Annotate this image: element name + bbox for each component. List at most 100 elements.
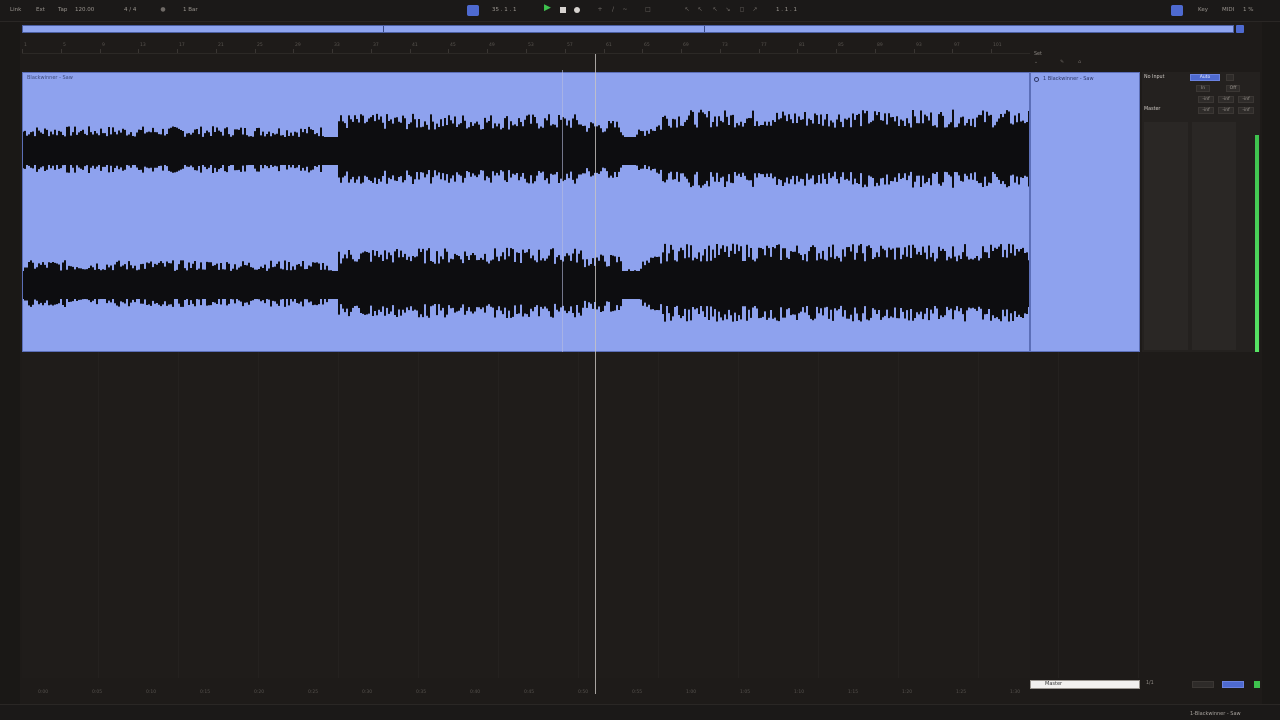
time-tick-label: 1:00 [686, 690, 697, 695]
ruler-tick [526, 49, 527, 53]
time-tick-label: 1:15 [848, 690, 859, 695]
ruler-tick-label: 57 [567, 43, 573, 48]
ruler-tick [487, 49, 488, 53]
grid-line [338, 352, 339, 678]
zoom-menu[interactable]: 1/1 [1146, 681, 1154, 686]
collapse-icon[interactable]: ⌄ [1034, 60, 1038, 65]
grid-line [178, 352, 179, 678]
punch-in-icon[interactable]: ↘ [725, 7, 731, 13]
back-to-arrangement-icon[interactable]: ↖ [697, 7, 703, 13]
time-tick-label: 1:20 [902, 690, 913, 695]
grid-line [418, 352, 419, 678]
overview-zoom-button[interactable] [1236, 25, 1244, 33]
track-name[interactable]: 1 Blackwinner - Saw [1043, 76, 1094, 82]
key-map-button[interactable] [1171, 5, 1183, 16]
loop-icon[interactable]: ◻ [739, 7, 745, 13]
send-b-value[interactable]: -inf [1218, 96, 1234, 103]
ruler-tick [410, 49, 411, 53]
audio-clip[interactable]: Blackwinner - Saw [22, 72, 1030, 352]
level-meter [1255, 135, 1259, 352]
grid-line [978, 352, 979, 678]
metronome-icon[interactable]: ● [160, 7, 166, 13]
ruler-tick-label: 97 [954, 43, 960, 48]
playhead[interactable] [595, 54, 596, 694]
ruler-tick [565, 49, 566, 53]
ruler-tick [61, 49, 62, 53]
capture-icon[interactable]: ~ [622, 7, 628, 13]
send-a-value[interactable]: -inf [1198, 96, 1214, 103]
quantize-menu[interactable]: 1 Bar [183, 5, 198, 16]
arrangement-position[interactable]: 35 . 1 . 1 [492, 5, 517, 16]
track-activator-icon[interactable] [1034, 77, 1039, 82]
tap-button[interactable]: Tap [58, 5, 67, 16]
mixer-column [1192, 122, 1236, 350]
beat-time-ruler[interactable]: 1 5 9 13 17 21 25 29 33 37 41 45 49 53 57 61 65 69 73 77 81 8… [22, 40, 1030, 54]
overdub-icon[interactable]: + [597, 7, 603, 13]
stop-icon[interactable] [560, 7, 566, 13]
zoom-field[interactable] [1192, 681, 1214, 688]
ruler-tick-label: 13 [140, 43, 146, 48]
play-icon[interactable]: ▶ [544, 4, 551, 13]
track-header[interactable]: 1 Blackwinner - Saw [1030, 72, 1140, 352]
time-tick-label: 0:30 [362, 690, 373, 695]
volume-value[interactable]: -inf [1218, 107, 1234, 114]
ruler-tick-label: 9 [102, 43, 105, 48]
link-button[interactable]: Link [10, 5, 21, 16]
monitor-auto-button[interactable]: Auto [1190, 74, 1220, 81]
ruler-tick-label: 17 [179, 43, 185, 48]
session-record-icon[interactable]: □ [645, 7, 651, 13]
master-track-field[interactable]: Master [1030, 680, 1140, 689]
monitor-off-button[interactable] [1226, 74, 1234, 81]
edit-icon[interactable]: ✎ [1060, 60, 1064, 65]
ruler-tick [177, 49, 178, 53]
time-tick-label: 1:10 [794, 690, 805, 695]
crossfade-value[interactable]: -inf [1238, 107, 1254, 114]
insert-marker [562, 70, 563, 352]
cpu-meter: 1 % [1243, 7, 1254, 13]
midi-button[interactable]: MIDI [1222, 5, 1234, 16]
ruler-tick-label: 37 [373, 43, 379, 48]
follow-button[interactable] [467, 5, 479, 16]
input-type-menu[interactable]: No Input [1144, 75, 1164, 80]
ruler-tick [914, 49, 915, 53]
grid-line [1138, 352, 1139, 678]
ruler-tick [875, 49, 876, 53]
tempo-field[interactable]: 120.00 [75, 5, 94, 16]
status-bar: 1-Blackwinner - Saw [0, 704, 1280, 720]
time-ruler[interactable]: 0:00 0:05 0:10 0:15 0:20 0:25 0:30 0:35 0:40 0:45… [22, 688, 1030, 700]
ruler-tick-label: 1 [24, 43, 27, 48]
monitor-in-button[interactable]: In [1196, 85, 1210, 92]
ruler-tick [797, 49, 798, 53]
pan-value[interactable]: -inf [1198, 107, 1214, 114]
ext-button[interactable]: Ext [36, 5, 45, 16]
lock-icon[interactable]: ⌂ [1078, 60, 1081, 65]
record-icon[interactable] [574, 7, 580, 13]
follow-toggle[interactable] [1222, 681, 1244, 688]
time-tick-label: 0:15 [200, 690, 211, 695]
ruler-tick [332, 49, 333, 53]
ruler-tick [100, 49, 101, 53]
draw-mode-icon[interactable]: ↖ [684, 7, 690, 13]
overview-marker [383, 26, 384, 32]
ruler-tick-label: 5 [63, 43, 66, 48]
send-c-value[interactable]: -inf [1238, 96, 1254, 103]
session-header: Set ⌄ ✎ ⌂ [1030, 50, 1140, 70]
signature-field[interactable]: 4 / 4 [124, 5, 136, 16]
automation-arm-icon[interactable]: / [610, 7, 616, 13]
arrangement-overview[interactable] [22, 25, 1234, 33]
time-tick-label: 0:10 [146, 690, 157, 695]
grid-line [738, 352, 739, 678]
key-button[interactable]: Key [1198, 5, 1208, 16]
output-menu[interactable]: Master [1144, 107, 1160, 112]
arrangement-view[interactable]: Blackwinner - Saw [22, 70, 1139, 678]
ruler-tick-label: 65 [644, 43, 650, 48]
loop-switch-icon[interactable]: ↖ [712, 7, 718, 13]
time-tick-label: 0:40 [470, 690, 481, 695]
record-arm-indicator[interactable] [1254, 681, 1260, 688]
punch-out-icon[interactable]: ↗ [752, 7, 758, 13]
ruler-tick [681, 49, 682, 53]
time-tick-label: 0:55 [632, 690, 643, 695]
loop-start-field[interactable]: 1 . 1 . 1 [776, 5, 797, 16]
monitor-off-toggle[interactable]: Off [1226, 85, 1240, 92]
ruler-tick-label: 93 [916, 43, 922, 48]
